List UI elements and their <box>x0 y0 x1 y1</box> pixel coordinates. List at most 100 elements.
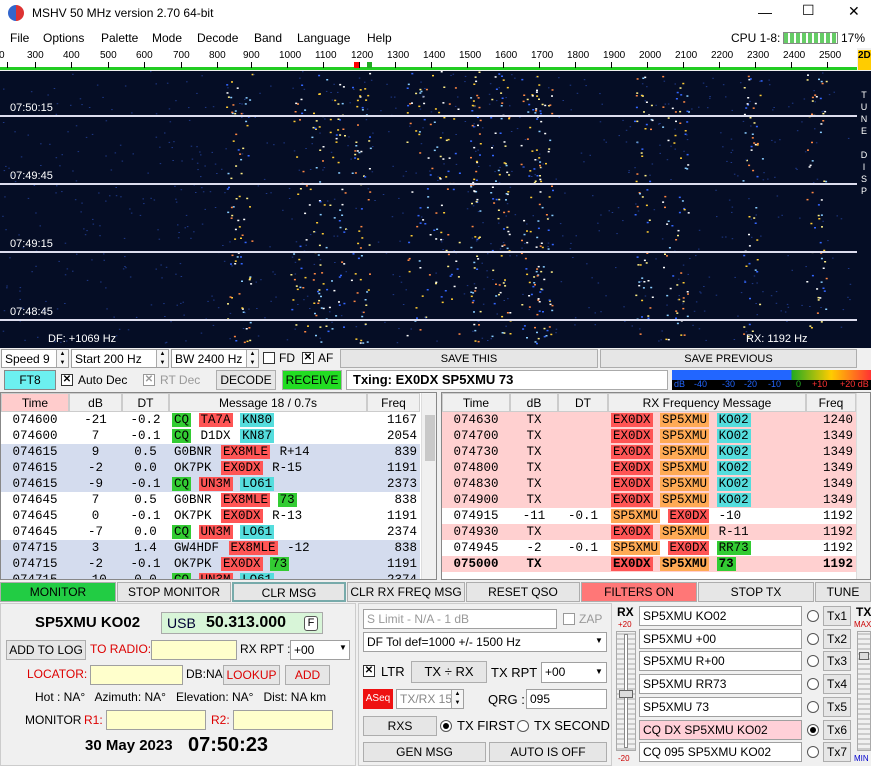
stop-tx-button[interactable]: STOP TX <box>698 582 814 602</box>
menu-band[interactable]: Band <box>254 31 282 45</box>
right-col-message[interactable]: RX Frequency Message <box>608 393 806 412</box>
tx-message-field-2[interactable]: SP5XMU +00 <box>639 628 802 649</box>
decode-row[interactable]: 074800 TX EX0DX SP5XMU KO02 1349 <box>442 460 856 476</box>
auto-dec-checkbox[interactable]: ✕ <box>61 374 73 386</box>
rx-level-slider[interactable] <box>616 631 636 751</box>
waterfall[interactable]: 07:50:15 07:49:45 07:49:15 07:48:45 DF: … <box>0 71 857 348</box>
tx6-button[interactable]: Tx6 <box>823 719 851 740</box>
tx-level-slider[interactable] <box>857 631 871 751</box>
tx-message-field-5[interactable]: SP5XMU 73 <box>639 696 802 717</box>
gen-msg-button[interactable]: GEN MSG <box>363 742 486 762</box>
monitor-button[interactable]: MONITOR <box>0 582 116 602</box>
tx-message-field-1[interactable]: SP5XMU KO02 <box>639 606 802 626</box>
decode-row[interactable]: 074645 7 0.5 G0BNR EX8MLE 73 838 <box>1 492 420 508</box>
decode-row[interactable]: 074900 TX EX0DX SP5XMU KO02 1349 <box>442 492 856 508</box>
tx-message-field-4[interactable]: SP5XMU RR73 <box>639 674 802 695</box>
filters-on-button[interactable]: FILTERS ON <box>581 582 697 602</box>
rt-dec-checkbox[interactable]: ✕ <box>143 374 155 386</box>
decode-row[interactable]: 074715 -2 -0.1 OK7PK EX0DX 73 1191 <box>1 556 420 572</box>
decode-row[interactable]: 074715 -10 0.0 CQ UN3M LO61 2374 <box>1 572 420 579</box>
tx-select-radio-7[interactable] <box>807 746 819 759</box>
df-tol-select[interactable]: DF Tol def=1000 +/- 1500 Hz <box>363 632 607 652</box>
decode-row[interactable]: 074615 9 0.5 G0BNR EX8MLE R+14 839 <box>1 444 420 460</box>
r1-field[interactable] <box>106 710 206 730</box>
right-decode-table[interactable]: 074630 TX EX0DX SP5XMU KO02 1240 074700 TX EX… <box>442 412 856 572</box>
tune-button[interactable]: TUNE <box>815 582 871 602</box>
lookup-button[interactable]: LOOKUP <box>223 665 280 685</box>
mode-indicator[interactable]: FT8 <box>4 370 56 390</box>
decode-row[interactable]: 075000 TX EX0DX SP5XMU 73 1192 <box>442 556 856 572</box>
left-col-dt[interactable]: DT <box>122 393 169 412</box>
reset-qso-button[interactable]: RESET QSO <box>466 582 580 602</box>
tx-message-field-6[interactable]: CQ DX SP5XMU KO02 <box>639 719 802 740</box>
decode-row[interactable]: 074700 TX EX0DX SP5XMU KO02 1349 <box>442 428 856 444</box>
minimize-icon[interactable]: — <box>758 4 772 20</box>
tx-select-radio-4[interactable] <box>807 678 819 691</box>
tx5-button[interactable]: Tx5 <box>823 696 851 717</box>
add-button[interactable]: ADD <box>285 665 330 685</box>
ltr-checkbox[interactable]: ✕ <box>363 665 375 677</box>
tx-select-radio-5[interactable] <box>807 700 819 713</box>
speed-spin-arrows[interactable]: ▲ ▼ <box>56 350 68 367</box>
right-col-freq[interactable]: Freq <box>806 393 856 412</box>
menu-decode[interactable]: Decode <box>197 31 238 45</box>
decode-row[interactable]: 074830 TX EX0DX SP5XMU KO02 1349 <box>442 476 856 492</box>
s-limit-spin[interactable]: S Limit - N/A - 1 dB <box>363 609 557 629</box>
tx1-button[interactable]: Tx1 <box>823 606 851 626</box>
decode-row[interactable]: 074645 0 -0.1 OK7PK EX0DX R-13 1191 <box>1 508 420 524</box>
add-to-log-button[interactable]: ADD TO LOG <box>6 640 86 660</box>
left-col-message[interactable]: Message 18 / 0.7s <box>169 393 367 412</box>
r2-field[interactable] <box>233 710 333 730</box>
save-this-button[interactable]: SAVE THIS <box>340 349 598 368</box>
menu-palette[interactable]: Palette <box>101 31 138 45</box>
menu-mode[interactable]: Mode <box>152 31 182 45</box>
decode-row[interactable]: 074600 7 -0.1 CQ D1DX KN87 2054 <box>1 428 420 444</box>
tx-second-radio[interactable] <box>517 720 529 732</box>
left-col-freq[interactable]: Freq <box>367 393 420 412</box>
rx-rpt-chevron-icon[interactable]: ▼ <box>339 643 347 652</box>
af-checkbox[interactable]: ✕ <box>302 352 314 364</box>
close-icon[interactable]: ✕ <box>848 3 860 20</box>
decode-row[interactable]: 074615 -2 0.0 OK7PK EX0DX R-15 1191 <box>1 460 420 476</box>
aseq-button[interactable]: ASeq <box>363 689 393 709</box>
decode-row[interactable]: 074645 -7 0.0 CQ UN3M LO61 2374 <box>1 524 420 540</box>
left-decode-table[interactable]: 074600 -21 -0.2 CQ TA7A KN80 1167 074600 7 -0.… <box>1 412 420 579</box>
tx-select-radio-3[interactable] <box>807 655 819 668</box>
left-col-db[interactable]: dB <box>69 393 122 412</box>
tx-select-radio-2[interactable] <box>807 632 819 645</box>
tx3-button[interactable]: Tx3 <box>823 651 851 672</box>
f-button[interactable]: F <box>304 616 318 631</box>
tx-message-field-7[interactable]: CQ 095 SP5XMU KO02 <box>639 742 802 763</box>
auto-is-off-button[interactable]: AUTO IS OFF <box>489 742 607 762</box>
rxs-button[interactable]: RXS <box>363 716 437 736</box>
right-col-time[interactable]: Time <box>442 393 510 412</box>
menu-help[interactable]: Help <box>367 31 392 45</box>
menu-language[interactable]: Language <box>297 31 350 45</box>
tx-select-radio-1[interactable] <box>807 610 819 622</box>
decode-row[interactable]: 074915 -11 -0.1 SP5XMU EX0DX -10 1192 <box>442 508 856 524</box>
start-spin-arrows[interactable]: ▲ ▼ <box>156 350 168 367</box>
left-scrollbar[interactable] <box>421 393 436 579</box>
fd-checkbox[interactable] <box>263 352 275 364</box>
tx-select-radio-6[interactable] <box>807 723 819 736</box>
save-previous-button[interactable]: SAVE PREVIOUS <box>600 349 857 368</box>
start-spin[interactable]: Start 200 Hz <box>71 349 169 368</box>
tx-slider-thumb[interactable] <box>859 652 869 660</box>
decode-row[interactable]: 074730 TX EX0DX SP5XMU KO02 1349 <box>442 444 856 460</box>
bw-spin-arrows[interactable]: ▲ ▼ <box>246 350 258 367</box>
df-tol-chevron-icon[interactable]: ▼ <box>595 636 603 645</box>
decode-row[interactable]: 074615 -9 -0.1 CQ UN3M LO61 2373 <box>1 476 420 492</box>
decode-row[interactable]: 074945 -2 -0.1 SP5XMU EX0DX RR73 1192 <box>442 540 856 556</box>
decode-row[interactable]: 074930 TX EX0DX SP5XMU R-11 1192 <box>442 524 856 540</box>
tx-rpt-chevron-icon[interactable]: ▼ <box>595 667 603 676</box>
period-spin-arrows[interactable]: ▲ ▼ <box>451 690 463 708</box>
decode-row[interactable]: 074630 TX EX0DX SP5XMU KO02 1240 <box>442 412 856 428</box>
decode-row[interactable]: 074600 -21 -0.2 CQ TA7A KN80 1167 <box>1 412 420 428</box>
locator-field[interactable] <box>90 665 183 685</box>
zap-checkbox[interactable] <box>563 613 575 625</box>
receive-button[interactable]: RECEIVE <box>282 370 342 390</box>
tx-first-radio[interactable] <box>440 720 452 732</box>
menu-options[interactable]: Options <box>43 31 84 45</box>
right-col-db[interactable]: dB <box>510 393 558 412</box>
right-col-dt[interactable]: DT <box>558 393 608 412</box>
